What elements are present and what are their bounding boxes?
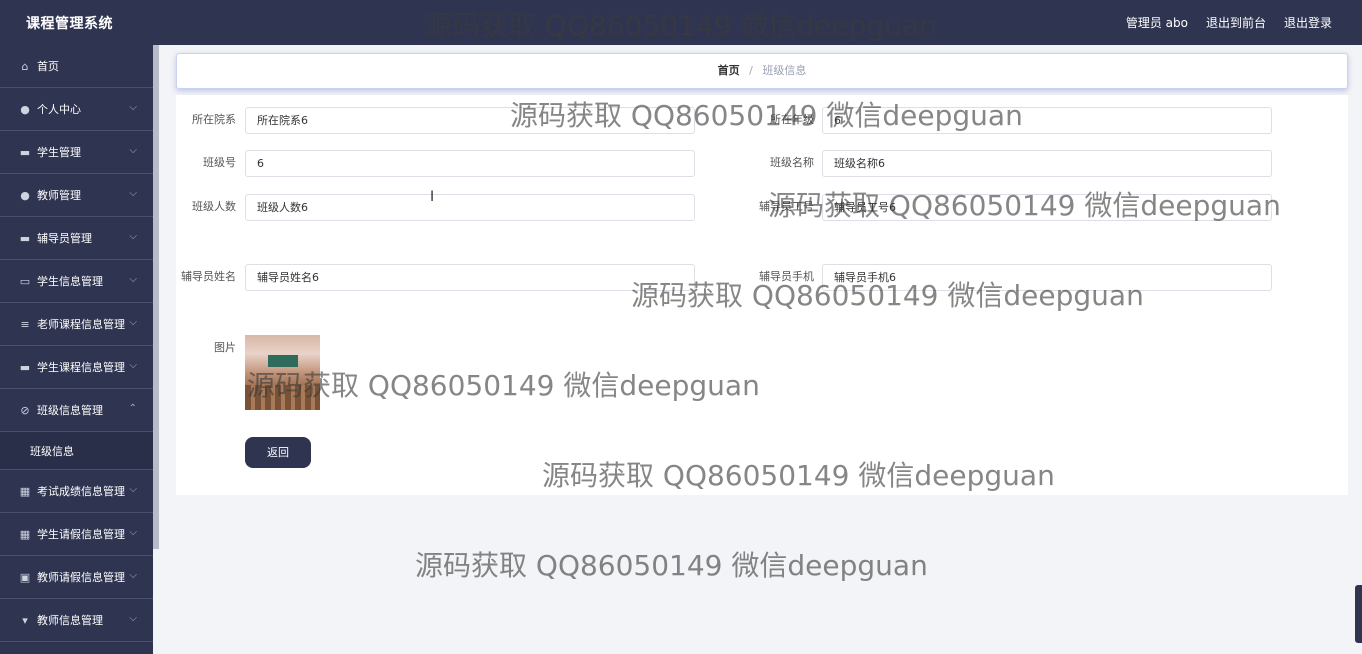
user-icon: ● <box>20 188 30 202</box>
grid-icon: ▦ <box>19 527 31 541</box>
sidebar-item-label: 班级信息管理 <box>37 404 103 417</box>
class-count-field[interactable]: 班级人数6 <box>245 194 695 221</box>
chevron-down-icon: ⌵ <box>129 527 137 538</box>
sidebar-item[interactable]: ▦ 考试成绩信息管理 ⌵ <box>0 470 153 513</box>
sidebar-item-label: 老师课程信息管理 <box>37 318 125 331</box>
grade-field[interactable]: 6 <box>822 107 1272 134</box>
chevron-up-icon: ⌃ <box>128 403 137 414</box>
top-bar: 课程管理系统 管理员 abo 退出到前台 退出登录 <box>0 0 1362 45</box>
counselor-no-field[interactable]: 辅导员工号6 <box>822 194 1272 221</box>
sidebar-item-label: 教师信息管理 <box>37 614 103 627</box>
sidebar-item-label: 教师管理 <box>37 189 81 202</box>
sidebar-item[interactable]: ▬ 学生管理 ⌵ <box>0 131 153 174</box>
sidebar-item-label: 学生课程信息管理 <box>37 361 125 374</box>
sidebar-item[interactable]: ▦ 学生请假信息管理 ⌵ <box>0 513 153 556</box>
classroom-desks <box>245 385 320 410</box>
sidebar-item[interactable]: ● 个人中心 ⌵ <box>0 88 153 131</box>
chevron-down-icon: ⌵ <box>129 188 137 199</box>
sidebar-subitem-class-info[interactable]: 班级信息 <box>0 432 153 470</box>
class-info-panel: 所在院系 所在院系6 所在年级 6 班级号 6 班级名称 班级名称6 班级人数 … <box>176 95 1348 495</box>
trophy-icon: ▾ <box>22 613 28 627</box>
sidebar-item-label: 学生请假信息管理 <box>37 528 125 541</box>
side-edge-tab[interactable] <box>1355 585 1362 643</box>
exit-to-front-link[interactable]: 退出到前台 <box>1206 14 1266 31</box>
sidebar-item[interactable]: ▬ 辅导员管理 ⌵ <box>0 217 153 260</box>
class-name-label: 班级名称 <box>770 156 814 169</box>
sidebar-item[interactable]: ▭ 学生信息管理 ⌵ <box>0 260 153 303</box>
sidebar-item-label: 辅导员管理 <box>37 232 92 245</box>
chevron-down-icon: ⌵ <box>129 360 137 371</box>
sidebar-item-label: 考试成绩信息管理 <box>37 485 125 498</box>
counselor-name-field[interactable]: 辅导员姓名6 <box>245 264 695 291</box>
watermark: 源码获取 QQ86050149 微信deepguan <box>415 549 928 582</box>
class-name-field[interactable]: 班级名称6 <box>822 150 1272 177</box>
classroom-image <box>245 335 320 410</box>
sidebar-item-label: 学生管理 <box>37 146 81 159</box>
sidebar-item-label: 教师请假信息管理 <box>37 571 125 584</box>
department-label: 所在院系 <box>192 113 236 126</box>
chevron-down-icon: ⌵ <box>129 231 137 242</box>
grid-icon: ▦ <box>19 484 31 498</box>
text-cursor-icon: I <box>430 189 435 205</box>
sidebar-item[interactable]: ⊘ 班级信息管理 ⌃ <box>0 389 153 432</box>
department-field[interactable]: 所在院系6 <box>245 107 695 134</box>
classroom-blackboard <box>268 355 298 367</box>
chevron-down-icon: ⌵ <box>129 613 137 624</box>
breadcrumb: 首页 / 班级信息 <box>176 53 1348 89</box>
image-label: 图片 <box>214 341 236 354</box>
sidebar-item[interactable]: ▾ 教师信息管理 ⌵ <box>0 599 153 642</box>
counselor-no-label: 辅导员工号 <box>759 200 814 213</box>
class-no-label: 班级号 <box>203 156 236 169</box>
counselor-phone-label: 辅导员手机 <box>759 270 814 283</box>
sidebar-item[interactable]: ▣ 教师请假信息管理 ⌵ <box>0 556 153 599</box>
chevron-down-icon: ⌵ <box>129 317 137 328</box>
chevron-down-icon: ⌵ <box>129 145 137 156</box>
card-icon: ▬ <box>19 145 31 159</box>
grade-label: 所在年级 <box>770 113 814 126</box>
sidebar-item[interactable]: ⌂ 首页 <box>0 45 153 88</box>
chevron-down-icon: ⌵ <box>129 484 137 495</box>
counselor-phone-field[interactable]: 辅导员手机6 <box>822 264 1272 291</box>
app-title: 课程管理系统 <box>26 16 113 32</box>
sidebar-item-label: 首页 <box>37 60 59 73</box>
home-icon: ⌂ <box>21 59 29 73</box>
sidebar-item[interactable]: ▬ 学生课程信息管理 ⌵ <box>0 346 153 389</box>
user-name[interactable]: 管理员 abo <box>1126 14 1188 31</box>
sidebar-item[interactable]: ≡ 老师课程信息管理 ⌵ <box>0 303 153 346</box>
sidebar-item[interactable]: ● 教师管理 ⌵ <box>0 174 153 217</box>
chevron-down-icon: ⌵ <box>129 570 137 581</box>
chevron-down-icon: ⌵ <box>129 274 137 285</box>
breadcrumb-home[interactable]: 首页 <box>718 64 740 77</box>
tag-icon: ⊘ <box>20 403 30 417</box>
user-icon: ● <box>20 102 30 116</box>
back-button[interactable]: 返回 <box>245 437 311 468</box>
id-card-icon: ▭ <box>19 274 31 288</box>
list-icon: ≡ <box>20 317 30 331</box>
monitor-icon: ▬ <box>19 360 31 374</box>
sidebar-item-label: 学生信息管理 <box>37 275 103 288</box>
class-count-label: 班级人数 <box>192 200 236 213</box>
sidebar-scrollbar[interactable] <box>153 45 159 549</box>
chevron-down-icon: ⌵ <box>129 102 137 113</box>
top-bar-actions: 管理员 abo 退出到前台 退出登录 <box>1126 14 1332 31</box>
book-icon: ▬ <box>19 231 31 245</box>
logout-link[interactable]: 退出登录 <box>1284 14 1332 31</box>
clipboard-icon: ▣ <box>19 570 31 584</box>
class-no-field[interactable]: 6 <box>245 150 695 177</box>
counselor-name-label: 辅导员姓名 <box>181 270 236 283</box>
sidebar-item-label: 个人中心 <box>37 103 81 116</box>
breadcrumb-current: 班级信息 <box>762 64 807 77</box>
sidebar: ⌂ 首页 ● 个人中心 ⌵ ▬ 学生管理 ⌵ ● 教师管理 ⌵ ▬ 辅导员管理 ⌵ ▭ 学生信息管理 ⌵ ≡ 老师课… <box>0 45 153 654</box>
breadcrumb-separator: / <box>749 64 753 77</box>
